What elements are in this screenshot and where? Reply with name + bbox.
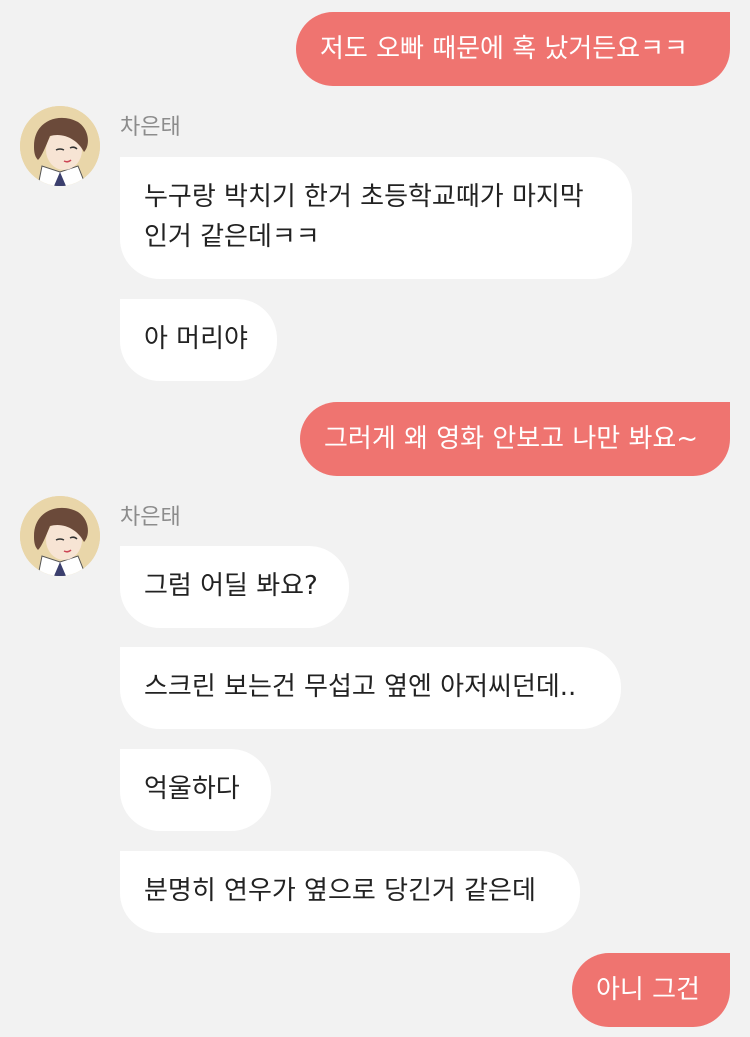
outgoing-message-bubble[interactable]: 그러게 왜 영화 안보고 나만 봐요~ <box>300 402 730 476</box>
incoming-message-bubble[interactable]: 분명히 연우가 옆으로 당긴거 같은데 <box>120 851 580 933</box>
incoming-message-bubble[interactable]: 아 머리야 <box>120 299 277 381</box>
avatar-icon <box>20 106 100 186</box>
message-text: 억울하다 <box>144 774 240 804</box>
contact-avatar[interactable] <box>20 106 100 186</box>
contact-avatar[interactable] <box>20 496 100 576</box>
message-text: 아 머리야 <box>144 324 248 354</box>
incoming-message-bubble[interactable]: 스크린 보는건 무섭고 옆엔 아저씨던데.. <box>120 647 621 729</box>
message-text-line: 인거 같은데ㅋㅋ <box>144 222 320 252</box>
outgoing-message-bubble[interactable]: 저도 오빠 때문에 혹 났거든요ㅋㅋ <box>296 12 730 86</box>
incoming-message-bubble[interactable]: 누구랑 박치기 한거 초등학교때가 마지막 인거 같은데ㅋㅋ <box>120 157 632 279</box>
message-text: 그럼 어딜 봐요? <box>144 571 318 601</box>
incoming-message-bubble[interactable]: 억울하다 <box>120 749 271 831</box>
outgoing-message-bubble[interactable]: 아니 그건 <box>572 953 730 1027</box>
sender-name: 차은태 <box>120 505 181 530</box>
message-text: 저도 오빠 때문에 혹 났거든요ㅋㅋ <box>320 34 688 64</box>
sender-name: 차은태 <box>120 115 181 140</box>
message-text: 스크린 보는건 무섭고 옆엔 아저씨던데.. <box>144 672 577 702</box>
chat-thread[interactable]: 저도 오빠 때문에 혹 났거든요ㅋㅋ 차은태 누구랑 박치기 한거 초등학교때가… <box>0 0 750 1037</box>
message-text: 분명히 연우가 옆으로 당긴거 같은데 <box>144 876 536 906</box>
avatar-icon <box>20 496 100 576</box>
message-text: 그러게 왜 영화 안보고 나만 봐요~ <box>324 424 699 454</box>
message-text: 아니 그건 <box>596 975 700 1005</box>
message-text-line: 누구랑 박치기 한거 초등학교때가 마지막 <box>144 182 584 212</box>
incoming-message-bubble[interactable]: 그럼 어딜 봐요? <box>120 546 349 628</box>
